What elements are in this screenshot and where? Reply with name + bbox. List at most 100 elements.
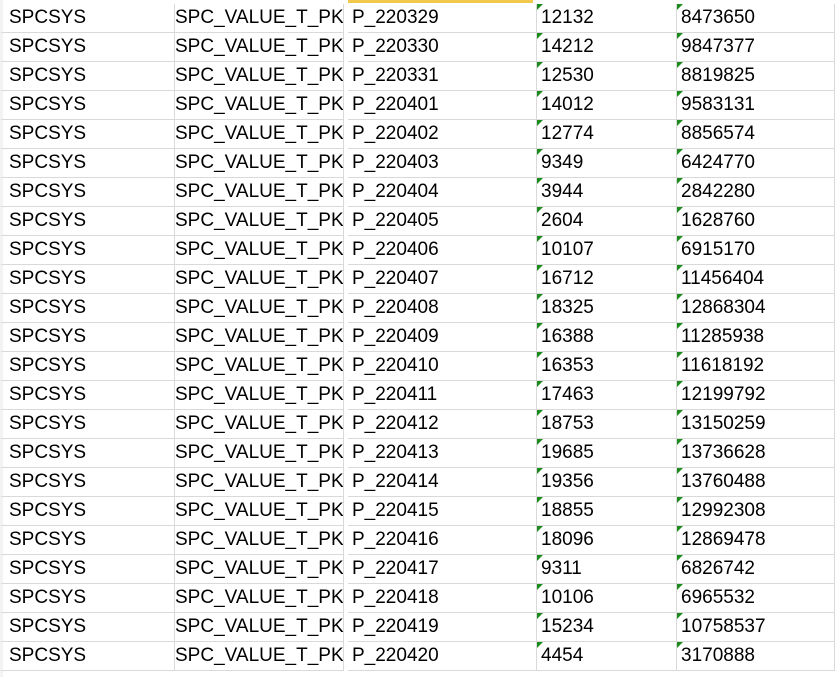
cell-owner[interactable]: SPCSYS [1,381,175,410]
cell-owner[interactable]: SPCSYS [1,236,175,265]
cell-owner[interactable]: SPCSYS [1,613,175,642]
cell-owner[interactable]: SPCSYS [1,468,175,497]
cell-partition[interactable]: P_220408 [348,294,537,323]
cell-owner[interactable]: SPCSYS [1,410,175,439]
cell-owner[interactable]: SPCSYS [1,555,175,584]
table-row[interactable]: SPCSYS SPC_VALUE_T_PK P_220405 2604 1628760 [0,207,835,236]
cell-partition[interactable]: P_220418 [348,584,537,613]
cell-num-rows[interactable]: 16353 [537,352,677,381]
table-row[interactable]: SPCSYS SPC_VALUE_T_PK P_220406 10107 6915170 [0,236,835,265]
cell-bytes[interactable]: 9583131 [677,91,835,120]
cell-partition[interactable]: P_220413 [348,439,537,468]
cell-owner[interactable]: SPCSYS [1,584,175,613]
cell-bytes[interactable]: 6915170 [677,236,835,265]
cell-index-name[interactable]: SPC_VALUE_T_PK [175,62,344,91]
table-row[interactable]: SPCSYS SPC_VALUE_T_PK P_220331 12530 8819825 [0,62,835,91]
cell-num-rows[interactable]: 12530 [537,62,677,91]
cell-bytes[interactable]: 9847377 [677,33,835,62]
cell-index-name[interactable]: SPC_VALUE_T_PK [175,207,344,236]
cell-owner[interactable]: SPCSYS [1,120,175,149]
table-row[interactable]: SPCSYS SPC_VALUE_T_PK P_220413 19685 1373662… [0,439,835,468]
table-row[interactable]: SPCSYS SPC_VALUE_T_PK P_220414 19356 1376048… [0,468,835,497]
cell-partition[interactable]: P_220420 [348,642,537,671]
cell-partition[interactable]: P_220417 [348,555,537,584]
cell-index-name[interactable]: SPC_VALUE_T_PK [175,265,344,294]
cell-partition[interactable]: P_220403 [348,149,537,178]
cell-bytes[interactable]: 12199792 [677,381,835,410]
cell-partition[interactable]: P_220411 [348,381,537,410]
cell-num-rows[interactable]: 2604 [537,207,677,236]
cell-index-name[interactable]: SPC_VALUE_T_PK [175,410,344,439]
cell-bytes[interactable]: 3170888 [677,642,835,671]
table-row[interactable]: SPCSYS SPC_VALUE_T_PK P_220419 15234 1075853… [0,613,835,642]
cell-partition[interactable]: P_220330 [348,33,537,62]
cell-num-rows[interactable]: 14012 [537,91,677,120]
cell-num-rows[interactable]: 18753 [537,410,677,439]
cell-num-rows[interactable]: 17463 [537,381,677,410]
cell-partition[interactable]: P_220419 [348,613,537,642]
cell-partition[interactable]: P_220416 [348,526,537,555]
table-row[interactable]: SPCSYS SPC_VALUE_T_PK P_220330 14212 9847377 [0,33,835,62]
cell-owner[interactable]: SPCSYS [1,33,175,62]
table-row[interactable]: SPCSYS SPC_VALUE_T_PK P_220404 3944 2842280 [0,178,835,207]
cell-index-name[interactable]: SPC_VALUE_T_PK [175,584,344,613]
cell-index-name[interactable]: SPC_VALUE_T_PK [175,613,344,642]
cell-num-rows[interactable]: 10106 [537,584,677,613]
cell-num-rows[interactable]: 16388 [537,323,677,352]
cell-bytes[interactable]: 13760488 [677,468,835,497]
cell-num-rows[interactable]: 3944 [537,178,677,207]
cell-owner[interactable]: SPCSYS [1,4,175,33]
table-row[interactable]: SPCSYS SPC_VALUE_T_PK P_220408 18325 1286830… [0,294,835,323]
cell-bytes[interactable]: 1628760 [677,207,835,236]
cell-num-rows[interactable]: 9311 [537,555,677,584]
table-row[interactable]: SPCSYS SPC_VALUE_T_PK P_220407 16712 1145640… [0,265,835,294]
cell-num-rows[interactable]: 12774 [537,120,677,149]
cell-bytes[interactable]: 12868304 [677,294,835,323]
cell-bytes[interactable]: 6424770 [677,149,835,178]
cell-owner[interactable]: SPCSYS [1,62,175,91]
cell-num-rows[interactable]: 18325 [537,294,677,323]
cell-partition[interactable]: P_220405 [348,207,537,236]
table-row[interactable]: SPCSYS SPC_VALUE_T_PK P_220415 18855 1299230… [0,497,835,526]
cell-bytes[interactable]: 13150259 [677,410,835,439]
cell-bytes[interactable]: 11285938 [677,323,835,352]
cell-index-name[interactable]: SPC_VALUE_T_PK [175,91,344,120]
cell-bytes[interactable]: 6965532 [677,584,835,613]
cell-owner[interactable]: SPCSYS [1,439,175,468]
cell-bytes[interactable]: 2842280 [677,178,835,207]
cell-owner[interactable]: SPCSYS [1,178,175,207]
table-row[interactable]: SPCSYS SPC_VALUE_T_PK P_220416 18096 1286947… [0,526,835,555]
cell-num-rows[interactable]: 12132 [537,4,677,33]
cell-index-name[interactable]: SPC_VALUE_T_PK [175,323,344,352]
cell-bytes[interactable]: 10758537 [677,613,835,642]
cell-index-name[interactable]: SPC_VALUE_T_PK [175,178,344,207]
cell-owner[interactable]: SPCSYS [1,526,175,555]
cell-bytes[interactable]: 13736628 [677,439,835,468]
spreadsheet-grid[interactable]: SPCSYS SPC_VALUE_T_PK P_220329 12132 8473650… [0,0,835,677]
cell-index-name[interactable]: SPC_VALUE_T_PK [175,468,344,497]
cell-owner[interactable]: SPCSYS [1,497,175,526]
cell-partition[interactable]: P_220402 [348,120,537,149]
cell-owner[interactable]: SPCSYS [1,294,175,323]
cell-partition[interactable]: P_220404 [348,178,537,207]
table-row[interactable]: SPCSYS SPC_VALUE_T_PK P_220410 16353 1161819… [0,352,835,381]
cell-num-rows[interactable]: 4454 [537,642,677,671]
table-row[interactable]: SPCSYS SPC_VALUE_T_PK P_220417 9311 6826742 [0,555,835,584]
table-row[interactable]: SPCSYS SPC_VALUE_T_PK P_220329 12132 8473650 [0,4,835,33]
cell-partition[interactable]: P_220415 [348,497,537,526]
cell-index-name[interactable]: SPC_VALUE_T_PK [175,294,344,323]
cell-bytes[interactable]: 12869478 [677,526,835,555]
cell-bytes[interactable]: 11456404 [677,265,835,294]
cell-partition[interactable]: P_220409 [348,323,537,352]
cell-num-rows[interactable]: 9349 [537,149,677,178]
cell-index-name[interactable]: SPC_VALUE_T_PK [175,526,344,555]
cell-index-name[interactable]: SPC_VALUE_T_PK [175,642,344,671]
cell-bytes[interactable]: 8473650 [677,4,835,33]
cell-index-name[interactable]: SPC_VALUE_T_PK [175,352,344,381]
cell-num-rows[interactable]: 19685 [537,439,677,468]
cell-index-name[interactable]: SPC_VALUE_T_PK [175,236,344,265]
cell-num-rows[interactable]: 15234 [537,613,677,642]
cell-index-name[interactable]: SPC_VALUE_T_PK [175,4,344,33]
table-row[interactable]: SPCSYS SPC_VALUE_T_PK P_220420 4454 3170888 [0,642,835,671]
table-row[interactable]: SPCSYS SPC_VALUE_T_PK P_220418 10106 6965532 [0,584,835,613]
